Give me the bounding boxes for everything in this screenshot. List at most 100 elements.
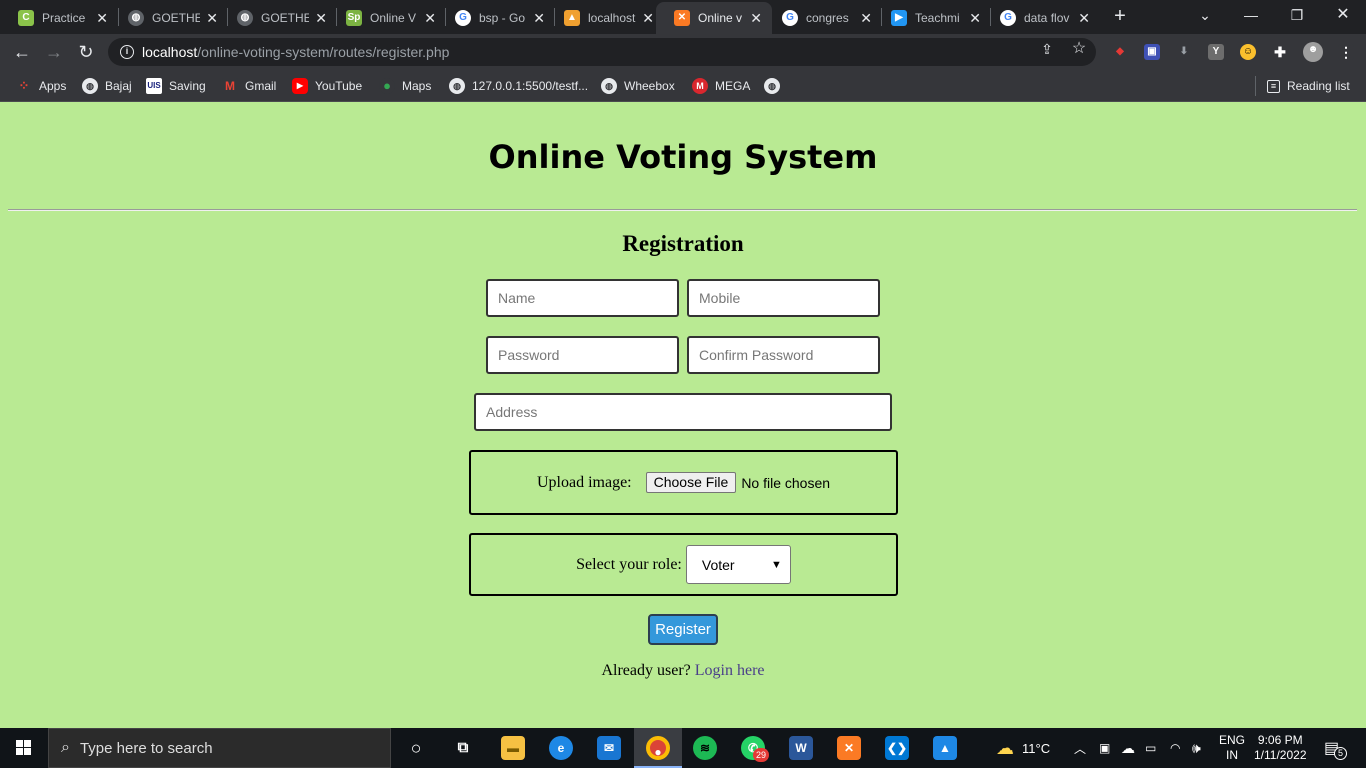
bookmark-bajaj[interactable]: ◍ Bajaj <box>82 77 132 95</box>
tab-teachmint[interactable]: ▶ Teachmi ✕ <box>873 2 991 34</box>
bookmark-label: Maps <box>402 79 432 93</box>
close-icon[interactable]: ✕ <box>1078 10 1090 27</box>
login-link[interactable]: Login here <box>695 662 765 679</box>
bookmark-youtube[interactable]: ▶ YouTube <box>292 77 362 95</box>
site-info-icon[interactable]: i <box>120 45 134 59</box>
forward-arrow-icon[interactable]: → <box>42 40 66 64</box>
tab-congress[interactable]: G congres ✕ <box>764 2 882 34</box>
tab-title: Online v <box>698 11 743 25</box>
minimize-icon[interactable]: — <box>1228 0 1274 32</box>
vscode-icon[interactable]: ❮❯ <box>885 736 909 760</box>
language-indicator[interactable]: ENG IN <box>1219 728 1245 768</box>
mail-icon[interactable]: ✉ <box>597 736 621 760</box>
confirm-password-input[interactable] <box>687 336 880 374</box>
weather-widget[interactable]: ☁ 11°C <box>996 728 1050 768</box>
extensions-puzzle-icon[interactable]: ✚ <box>1272 44 1288 60</box>
tab-search-chevron-icon[interactable]: ⌄ <box>1182 0 1228 32</box>
address-path: /online-voting-system/routes/register.ph… <box>197 44 450 60</box>
restore-icon[interactable]: ❐ <box>1274 0 1320 32</box>
close-icon[interactable]: ✕ <box>96 10 108 27</box>
reading-list-button[interactable]: ≡ Reading list <box>1267 77 1350 95</box>
meet-now-icon[interactable]: ▣ <box>1099 728 1110 768</box>
battery-icon[interactable]: ▭ <box>1145 728 1156 768</box>
bookmark-wheebox[interactable]: ◍ Wheebox <box>601 77 675 95</box>
photos-icon[interactable]: ▲ <box>933 736 957 760</box>
task-view-icon[interactable]: ⧉ <box>451 736 475 760</box>
close-icon[interactable]: ✕ <box>642 10 654 27</box>
share-icon[interactable]: ⇪ <box>1038 40 1056 58</box>
search-placeholder: Type here to search <box>79 739 213 757</box>
choose-file-button[interactable]: Choose File <box>645 472 737 493</box>
globe-icon: ◍ <box>449 78 465 94</box>
bookmarks-bar: ⁘ Apps ◍ Bajaj UIS Saving M Gmail ▶ YouT… <box>0 70 1366 102</box>
bookmark-apps[interactable]: ⁘ Apps <box>16 77 66 95</box>
bookmark-gmail[interactable]: M Gmail <box>222 77 276 95</box>
tab-practice[interactable]: C Practice ✕ <box>0 2 118 34</box>
bookmark-localhost-5500[interactable]: ◍ 127.0.0.1:5500/testf... <box>449 77 588 95</box>
address-bar[interactable]: i localhost/online-voting-system/routes/… <box>108 38 1096 66</box>
new-tab-plus-icon[interactable]: + <box>1108 4 1132 28</box>
tab-bsp-google[interactable]: G bsp - Go ✕ <box>437 2 555 34</box>
tab-title: Online V <box>370 11 417 25</box>
address-input[interactable] <box>474 393 892 431</box>
extension-blue-icon[interactable]: ▣ <box>1144 44 1160 60</box>
close-icon[interactable]: ✕ <box>424 10 436 27</box>
close-icon[interactable]: ✕ <box>969 10 981 27</box>
browser-toolbar: ← → ↻ i localhost/online-voting-system/r… <box>0 34 1366 70</box>
chevron-down-icon: ▼ <box>770 558 782 571</box>
upload-label: Upload image: <box>536 473 632 491</box>
clock[interactable]: 9:06 PM 1/11/2022 <box>1254 728 1307 768</box>
bookmark-untitled[interactable]: ◍ <box>764 77 787 95</box>
window-close-icon[interactable]: ✕ <box>1320 0 1366 32</box>
word-icon[interactable]: W <box>789 736 813 760</box>
extension-red-icon[interactable]: ◆ <box>1112 44 1128 60</box>
password-input[interactable] <box>486 336 679 374</box>
bookmark-label: Saving <box>169 79 206 93</box>
edge-icon[interactable]: e <box>549 736 573 760</box>
tab-goethe-1[interactable]: ◍ GOETHE ✕ <box>110 2 228 34</box>
bookmark-label: 127.0.0.1:5500/testf... <box>472 79 589 93</box>
name-input[interactable] <box>486 279 679 317</box>
bookmark-maps[interactable]: ● Maps <box>379 77 431 95</box>
tab-localhost[interactable]: ▲ localhost ✕ <box>546 2 664 34</box>
close-icon[interactable]: ✕ <box>860 10 872 27</box>
y-extension-icon[interactable]: Y <box>1208 44 1224 60</box>
onedrive-icon[interactable]: ☁ <box>1121 728 1135 768</box>
file-explorer-icon[interactable]: ▬ <box>501 736 525 760</box>
volume-icon[interactable]: 🕪 <box>1192 728 1201 768</box>
cortana-icon[interactable]: ○ <box>404 736 428 760</box>
bookmark-label: Wheebox <box>624 79 675 93</box>
bookmarks-divider <box>1255 76 1256 96</box>
bookmark-label: YouTube <box>315 79 363 93</box>
bookmark-mega[interactable]: M MEGA <box>692 77 750 95</box>
wifi-icon[interactable]: ◠ <box>1170 728 1180 768</box>
sp-icon: Sp <box>346 10 362 26</box>
close-icon[interactable]: ✕ <box>750 10 762 27</box>
back-arrow-icon[interactable]: ← <box>10 40 34 64</box>
tab-goethe-2[interactable]: ◍ GOETHE ✕ <box>219 2 337 34</box>
profile-avatar[interactable]: ☻ <box>1303 42 1323 62</box>
close-icon[interactable]: ✕ <box>315 10 327 27</box>
bookmark-saving[interactable]: UIS Saving <box>146 77 206 95</box>
mobile-input[interactable] <box>687 279 880 317</box>
register-button[interactable]: Register <box>648 614 718 645</box>
taskbar-search-box[interactable]: ⌕ Type here to search <box>48 728 391 768</box>
chrome-icon[interactable]: ● <box>646 736 670 760</box>
bookmark-star-icon[interactable]: ☆ <box>1070 40 1088 58</box>
tab-online-voting-active[interactable]: ✕ Online v ✕ <box>656 2 772 34</box>
show-hidden-icons-chevron[interactable]: ︿ <box>1074 728 1086 768</box>
maps-icon: ● <box>379 78 395 94</box>
tab-data-flow[interactable]: G data flov ✕ <box>982 2 1100 34</box>
reload-icon[interactable]: ↻ <box>74 40 98 64</box>
close-icon[interactable]: ✕ <box>533 10 545 27</box>
tab-online-voting-1[interactable]: Sp Online V ✕ <box>328 2 446 34</box>
mega-icon: M <box>692 78 708 94</box>
role-dropdown[interactable]: Voter ▼ <box>685 545 791 584</box>
xampp-taskbar-icon[interactable]: ✕ <box>837 736 861 760</box>
start-button[interactable] <box>0 728 48 768</box>
spotify-icon[interactable]: ≋ <box>693 736 717 760</box>
download-extension-icon[interactable]: ⬇ <box>1176 44 1192 60</box>
emoji-extension-icon[interactable]: ☺ <box>1240 44 1256 60</box>
close-icon[interactable]: ✕ <box>206 10 218 27</box>
menu-kebab-icon[interactable]: ⋮ <box>1338 44 1354 60</box>
